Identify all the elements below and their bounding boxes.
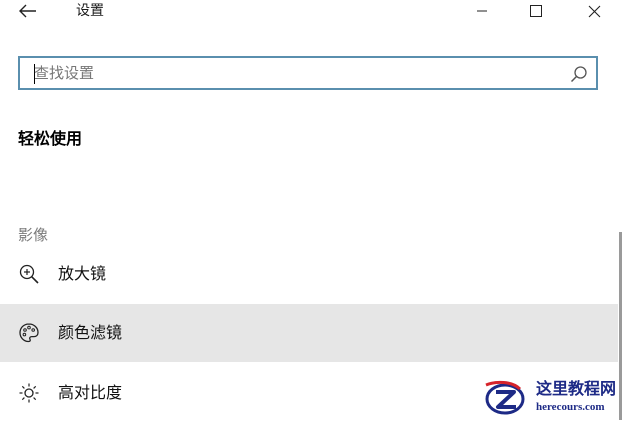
nav-item-color-filters[interactable]: 颜色滤镜 <box>0 304 618 362</box>
watermark-url: herecours.com <box>536 401 605 413</box>
magnifier-icon <box>19 264 39 284</box>
minimize-button[interactable] <box>462 0 502 22</box>
maximize-icon <box>530 5 542 17</box>
search-input[interactable] <box>30 62 554 84</box>
nav-item-label: 高对比度 <box>58 383 123 402</box>
close-button[interactable] <box>574 0 614 22</box>
nav-item-magnifier[interactable]: 放大镜 <box>0 245 618 303</box>
group-label: 影像 <box>18 226 49 244</box>
maximize-button[interactable] <box>516 0 556 22</box>
page-title: 轻松使用 <box>18 129 83 148</box>
nav-item-label: 颜色滤镜 <box>58 323 123 342</box>
brightness-icon <box>19 383 39 403</box>
watermark-logo-icon <box>485 380 525 415</box>
close-icon <box>588 5 600 17</box>
back-arrow-icon <box>19 4 36 18</box>
watermark: 这里教程网 herecours.com <box>480 377 628 420</box>
search-icon[interactable] <box>570 65 588 83</box>
minimize-icon <box>477 10 487 12</box>
back-button[interactable] <box>14 0 42 22</box>
watermark-title: 这里教程网 <box>536 379 617 398</box>
search-box[interactable] <box>18 56 598 90</box>
nav-item-label: 放大镜 <box>58 264 107 283</box>
window-title: 设置 <box>76 3 104 19</box>
title-bar: 设置 <box>0 0 628 24</box>
palette-icon <box>19 323 39 343</box>
